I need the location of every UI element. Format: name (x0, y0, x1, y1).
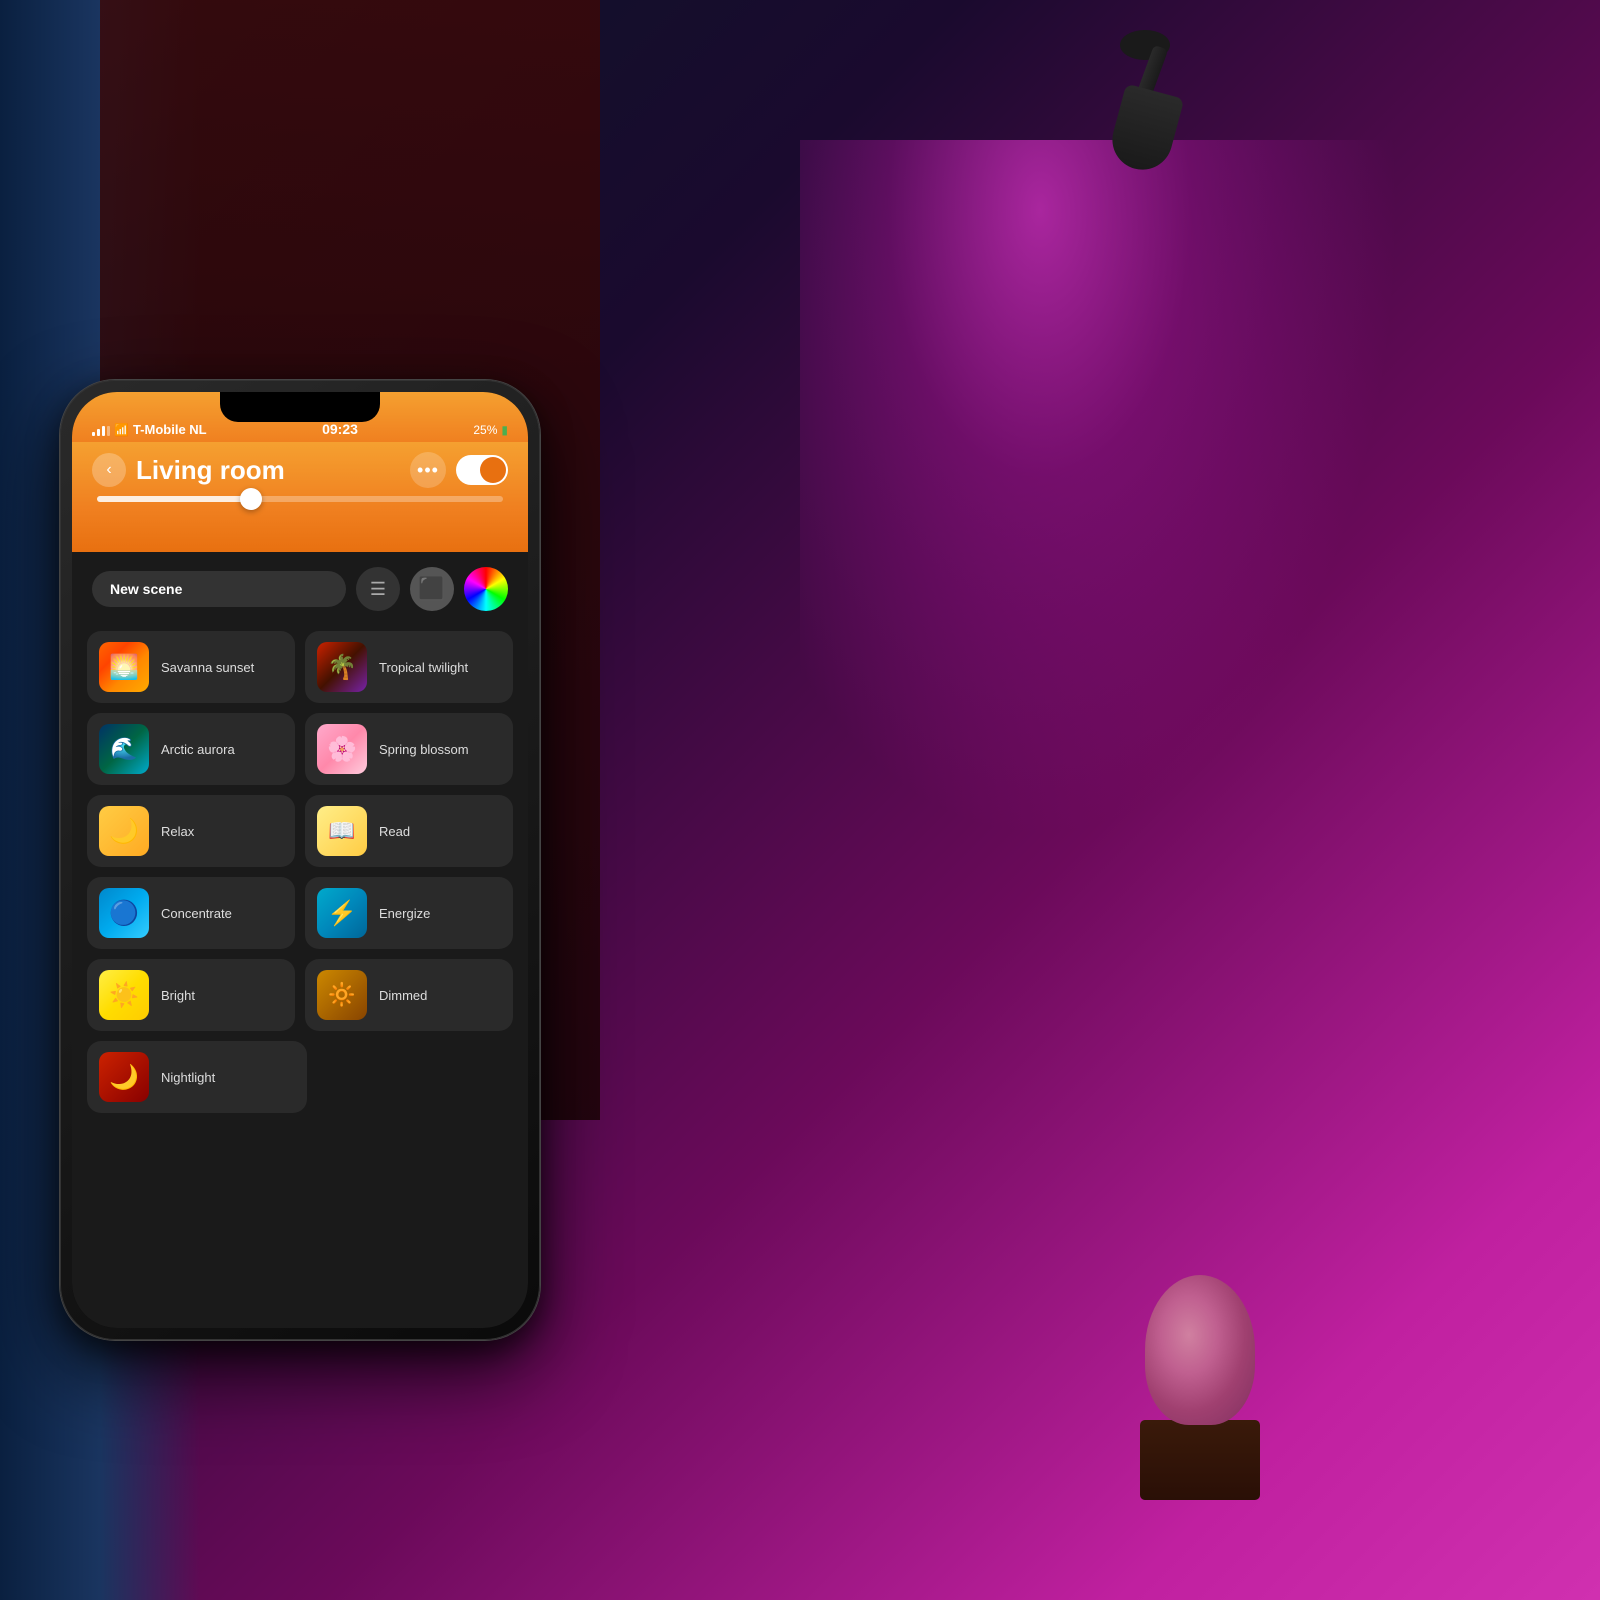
signal-bars-icon (92, 424, 110, 436)
color-picker-button[interactable]: 🎨 (464, 567, 508, 611)
scene-thumb-nightlight (99, 1052, 149, 1102)
room-title: Living room (136, 455, 400, 486)
scene-row-empty-slot (317, 1041, 513, 1113)
scene-row-6: Nightlight (87, 1041, 513, 1113)
scene-item-bright[interactable]: Bright (87, 959, 295, 1031)
scenes-grid: Savanna sunset Tropical twilight Arctic … (72, 626, 528, 1118)
scene-label-energize: Energize (379, 906, 430, 921)
signal-bar-3 (102, 426, 105, 436)
scene-thumb-bright (99, 970, 149, 1020)
new-scene-button[interactable]: New scene (92, 571, 346, 607)
scene-item-read[interactable]: Read (305, 795, 513, 867)
scene-row-1: Savanna sunset Tropical twilight (87, 631, 513, 703)
scene-item-concentrate[interactable]: Concentrate (87, 877, 295, 949)
scene-thumb-spring-blossom (317, 724, 367, 774)
sculpture-head (1145, 1275, 1255, 1425)
scene-thumb-energize (317, 888, 367, 938)
scene-label-bright: Bright (161, 988, 195, 1003)
scene-thumb-relax (99, 806, 149, 856)
scene-item-dimmed[interactable]: Dimmed (305, 959, 513, 1031)
signal-bar-2 (97, 429, 100, 436)
color-wheel-icon: 🎨 (472, 576, 499, 602)
scene-item-tropical-twilight[interactable]: Tropical twilight (305, 631, 513, 703)
phone-outer-frame: 📶 T-Mobile NL 09:23 25% ▮ ‹ Living room (60, 380, 540, 1340)
scenes-icon: ⬛ (418, 576, 445, 602)
status-time: 09:23 (207, 421, 474, 437)
scene-thumb-read (317, 806, 367, 856)
phone-screen: 📶 T-Mobile NL 09:23 25% ▮ ‹ Living room (72, 392, 528, 1328)
scene-row-2: Arctic aurora Spring blossom (87, 713, 513, 785)
back-button[interactable]: ‹ (92, 453, 126, 487)
purple-wall (600, 0, 1600, 1600)
back-chevron-icon: ‹ (106, 461, 111, 479)
scene-label-arctic-aurora: Arctic aurora (161, 742, 235, 757)
scenes-toolbar: New scene ☰ ⬛ 🎨 (72, 552, 528, 626)
toggle-knob (480, 457, 506, 483)
scene-thumb-arctic-aurora (99, 724, 149, 774)
brightness-row (92, 496, 508, 502)
scenes-view-button[interactable]: ⬛ (410, 567, 454, 611)
carrier-label: T-Mobile NL (133, 422, 207, 437)
scene-thumb-dimmed (317, 970, 367, 1020)
signal-bar-4 (107, 426, 110, 436)
scene-label-relax: Relax (161, 824, 194, 839)
status-left: 📶 T-Mobile NL (92, 422, 207, 437)
scene-row-5: Bright Dimmed (87, 959, 513, 1031)
scene-label-spring-blossom: Spring blossom (379, 742, 469, 757)
brightness-fill (97, 496, 259, 502)
scene-row-4: Concentrate Energize (87, 877, 513, 949)
scene-label-savanna-sunset: Savanna sunset (161, 660, 254, 675)
header-row: ‹ Living room ••• (92, 452, 508, 488)
wifi-icon: 📶 (114, 423, 129, 437)
scene-item-arctic-aurora[interactable]: Arctic aurora (87, 713, 295, 785)
more-dots-icon: ••• (417, 460, 439, 481)
scene-row-3: Relax Read (87, 795, 513, 867)
more-options-button[interactable]: ••• (410, 452, 446, 488)
phone-mockup: 📶 T-Mobile NL 09:23 25% ▮ ‹ Living room (60, 380, 540, 1340)
scene-label-read: Read (379, 824, 410, 839)
scene-item-spring-blossom[interactable]: Spring blossom (305, 713, 513, 785)
battery-icon: ▮ (501, 423, 508, 437)
battery-percent-label: 25% (473, 423, 497, 437)
scene-item-relax[interactable]: Relax (87, 795, 295, 867)
brightness-slider[interactable] (97, 496, 503, 502)
scene-thumb-savanna-sunset (99, 642, 149, 692)
scene-label-tropical-twilight: Tropical twilight (379, 660, 468, 675)
app-header: ‹ Living room ••• (72, 442, 528, 552)
scene-label-nightlight: Nightlight (161, 1070, 215, 1085)
scene-label-concentrate: Concentrate (161, 906, 232, 921)
scene-item-nightlight[interactable]: Nightlight (87, 1041, 307, 1113)
signal-bar-1 (92, 432, 95, 436)
phone-notch (220, 392, 380, 422)
sculpture-decoration (1140, 1275, 1260, 1500)
sculpture-pedestal (1140, 1420, 1260, 1500)
scene-thumb-concentrate (99, 888, 149, 938)
list-view-button[interactable]: ☰ (356, 567, 400, 611)
brightness-thumb[interactable] (240, 488, 262, 510)
list-icon: ☰ (370, 579, 386, 600)
room-power-toggle[interactable] (456, 455, 508, 485)
scene-thumb-tropical-twilight (317, 642, 367, 692)
scene-label-dimmed: Dimmed (379, 988, 427, 1003)
app-content: New scene ☰ ⬛ 🎨 (72, 552, 528, 1328)
scene-item-savanna-sunset[interactable]: Savanna sunset (87, 631, 295, 703)
scene-item-energize[interactable]: Energize (305, 877, 513, 949)
status-right: 25% ▮ (473, 423, 508, 437)
